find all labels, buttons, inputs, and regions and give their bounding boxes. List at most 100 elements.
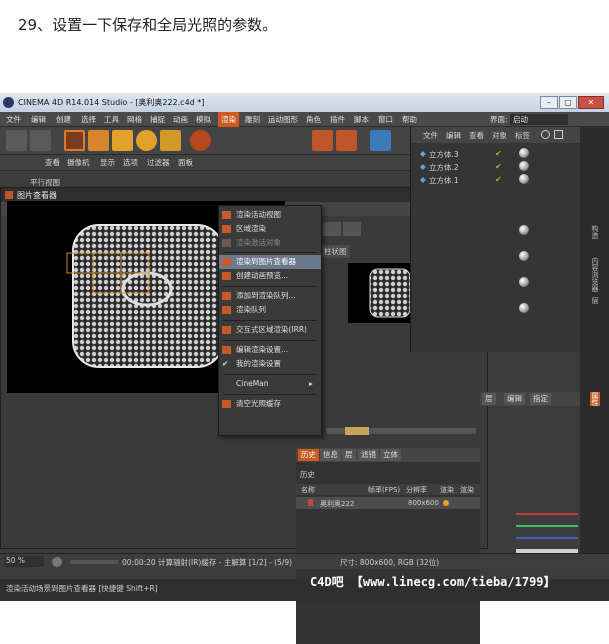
tab-history[interactable]: 历史: [298, 449, 319, 461]
menu-script[interactable]: 脚本: [354, 112, 369, 127]
material-tag-icon[interactable]: [519, 225, 529, 235]
viewport-camera-menu[interactable]: 摄像机: [67, 157, 90, 168]
tab-stereo[interactable]: 立体: [380, 449, 401, 461]
side-tab-layer[interactable]: 层: [590, 297, 600, 304]
viewport-panel-menu[interactable]: 面板: [178, 157, 193, 168]
menu-separator: [223, 374, 317, 375]
render-view-icon[interactable]: [312, 130, 333, 151]
undo-icon[interactable]: [6, 130, 27, 151]
region-render-item[interactable]: 区域渲染: [219, 222, 321, 236]
irr-item[interactable]: 交互式区域渲染(IRR): [219, 323, 321, 337]
obj-menu-objects[interactable]: 对象: [492, 130, 507, 141]
side-tab-structure[interactable]: 构造: [590, 225, 600, 239]
render-queue-item[interactable]: 渲染队列: [219, 303, 321, 317]
make-preview-item[interactable]: 创建动画预览...: [219, 269, 321, 283]
cube-icon[interactable]: [370, 130, 391, 151]
viewport-view-menu[interactable]: 查看: [45, 157, 60, 168]
menu-mesh[interactable]: 网格: [127, 112, 142, 127]
attr-tab-edit[interactable]: 编辑: [504, 393, 525, 405]
menu-character[interactable]: 角色: [306, 112, 321, 127]
object-row[interactable]: ◆ 立方体.1 ✔: [411, 173, 581, 186]
side-tab-attributes[interactable]: 属性: [590, 392, 600, 406]
flush-illumination-cache-item[interactable]: 清空光照缓存: [219, 397, 321, 411]
queue-icon: [222, 306, 231, 314]
visibility-check-icon: ✔: [495, 162, 502, 171]
pv-fit-icon[interactable]: [323, 222, 341, 236]
redo-icon[interactable]: [30, 130, 51, 151]
side-tab-content-browser[interactable]: 内容浏览器: [590, 257, 600, 292]
render-settings-icon: [222, 346, 231, 354]
zoom-select[interactable]: 50 %: [4, 556, 44, 567]
render-to-picture-viewer-item[interactable]: 渲染到图片查看器: [219, 255, 321, 269]
menu-file[interactable]: 文件: [6, 112, 21, 127]
render-active-view-item[interactable]: 渲染活动视图: [219, 208, 321, 222]
object-row[interactable]: ◆ 立方体.2 ✔: [411, 160, 581, 173]
material-tag-icon[interactable]: [519, 161, 529, 171]
col-fps: 帧率(FPS): [368, 486, 401, 494]
object-row[interactable]: ◆ 立方体.3 ✔: [411, 147, 581, 160]
tab-layer[interactable]: 层: [342, 449, 356, 461]
menu-edit[interactable]: 编辑: [31, 112, 46, 127]
menu-help[interactable]: 帮助: [402, 112, 417, 127]
edit-render-settings-item[interactable]: 编辑渲染设置...: [219, 343, 321, 357]
pv-timeline-handle[interactable]: [345, 427, 369, 435]
obj-menu-tags[interactable]: 标签: [515, 130, 530, 141]
close-button[interactable]: ✕: [578, 96, 604, 109]
tab-info[interactable]: 信息: [320, 449, 341, 461]
color-slider-green[interactable]: [516, 525, 578, 527]
color-slider-blue[interactable]: [516, 537, 578, 539]
obj-menu-edit[interactable]: 编辑: [446, 130, 461, 141]
minimize-button[interactable]: –: [540, 96, 558, 109]
home-icon[interactable]: [554, 130, 563, 139]
menu-snap[interactable]: 捕捉: [150, 112, 165, 127]
live-select-icon[interactable]: [64, 130, 85, 151]
object-manager-menu: 文件 编辑 查看 对象 标签: [411, 127, 581, 143]
cube-object-icon: ◆: [420, 175, 426, 184]
render-pv-icon[interactable]: [336, 130, 357, 151]
menu-render[interactable]: 渲染: [218, 112, 239, 127]
material-tag-icon[interactable]: [519, 303, 529, 313]
menu-mograph[interactable]: 运动图形: [268, 112, 298, 127]
add-to-render-queue-item[interactable]: 添加到渲染队列...: [219, 289, 321, 303]
menu-plugins[interactable]: 插件: [330, 112, 345, 127]
menu-select[interactable]: 选择: [81, 112, 96, 127]
viewport-filter-menu[interactable]: 过滤器: [147, 157, 170, 168]
menu-window[interactable]: 窗口: [378, 112, 393, 127]
menu-create[interactable]: 创建: [56, 112, 71, 127]
material-tag-icon[interactable]: [519, 251, 529, 261]
my-render-settings-item[interactable]: ✔ 我的渲染设置: [219, 357, 321, 371]
menu-animate[interactable]: 动画: [173, 112, 188, 127]
color-slider-red[interactable]: [516, 513, 578, 515]
viewport-options-menu[interactable]: 选项: [123, 157, 138, 168]
menu-tools[interactable]: 工具: [104, 112, 119, 127]
tab-filter[interactable]: 滤镜: [358, 449, 379, 461]
search-icon[interactable]: [541, 130, 550, 139]
obj-menu-file[interactable]: 文件: [423, 130, 438, 141]
menu-simulate[interactable]: 模拟: [196, 112, 211, 127]
cineman-item[interactable]: CineMan ▸: [219, 377, 321, 391]
scale-tool-icon[interactable]: [112, 130, 133, 151]
attr-tab-layer[interactable]: 层: [482, 393, 496, 405]
play-icon[interactable]: [52, 557, 62, 567]
layout-select[interactable]: 启动: [510, 114, 568, 125]
menu-separator: [223, 320, 317, 321]
add-object-icon[interactable]: [160, 130, 181, 151]
rotate-tool-icon[interactable]: [136, 130, 157, 151]
attr-tab-assign[interactable]: 指定: [530, 393, 551, 405]
pv-histogram-tab[interactable]: 柱状图: [321, 245, 350, 258]
render-view-icon: [222, 211, 231, 219]
menu-sculpt[interactable]: 雕刻: [245, 112, 260, 127]
material-tag-icon[interactable]: [519, 148, 529, 158]
obj-menu-view[interactable]: 查看: [469, 130, 484, 141]
maximize-button[interactable]: ▢: [559, 96, 577, 109]
checkmark-icon: ✔: [222, 359, 229, 368]
pv-grid-icon[interactable]: [343, 222, 361, 236]
x-axis-icon[interactable]: [190, 130, 211, 151]
picture-viewer-title: 图片查看器: [17, 191, 57, 200]
material-tag-icon[interactable]: [519, 277, 529, 287]
viewport-display-menu[interactable]: 显示: [100, 157, 115, 168]
move-tool-icon[interactable]: [88, 130, 109, 151]
history-row[interactable]: 奥利奥222 800x600: [296, 497, 480, 509]
material-tag-icon[interactable]: [519, 174, 529, 184]
cube-object-icon: ◆: [420, 162, 426, 171]
